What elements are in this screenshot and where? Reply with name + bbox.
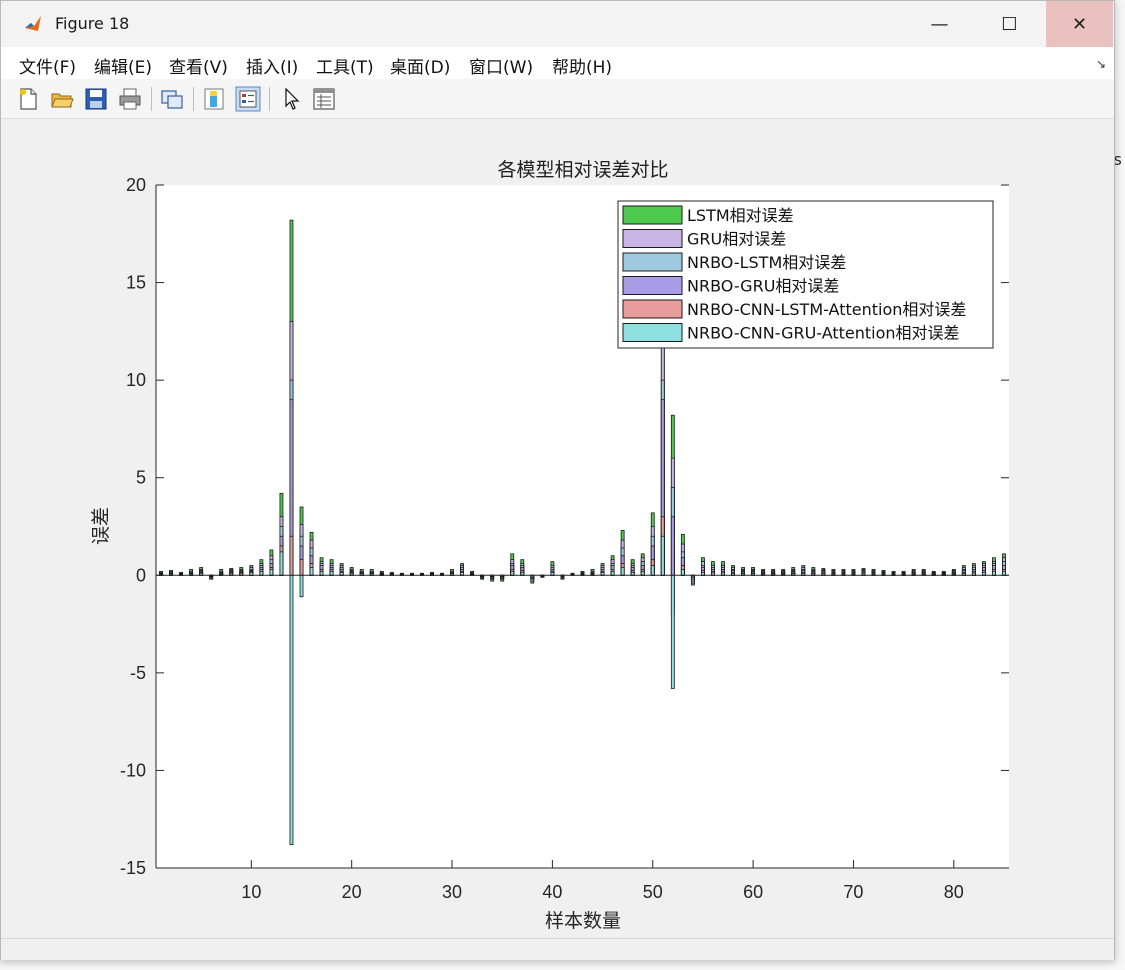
bar-nrbo_cnn_gru_att-85: [1002, 570, 1006, 576]
y-tick-label: 15: [126, 273, 146, 293]
bar-nrbo_cnn_lstm_att-15: [299, 559, 304, 576]
bar-nrbo_cnn_gru_att-16: [309, 567, 314, 576]
x-tick-label: 70: [843, 882, 863, 902]
legend-swatch-nrbo_cnn_lstm_att: [622, 299, 683, 319]
bar-nrbo_cnn_gru_att-46: [610, 570, 615, 576]
chart-title: 各模型相对误差对比: [497, 159, 668, 181]
bar-nrbo_cnn_gru_att-49: [640, 570, 645, 576]
legend-label-nrbo_cnn_gru_att: NRBO-CNN-GRU-Attention相对误差: [687, 324, 960, 343]
legend-label-nrbo_lstm: NRBO-LSTM相对误差: [687, 253, 846, 272]
y-tick-label: 0: [136, 565, 146, 585]
x-tick-label: 40: [542, 882, 562, 902]
x-tick-label: 60: [743, 882, 763, 902]
bar-nrbo_cnn_gru_att-15: [299, 574, 304, 598]
x-tick-label: 80: [944, 882, 964, 902]
bar-nrbo_cnn_gru_att-36: [510, 570, 515, 576]
y-tick-label: -5: [130, 663, 146, 683]
bar-nrbo_cnn_gru_att-51: [660, 535, 665, 576]
bar-nrbo_cnn_gru_att-50: [650, 565, 655, 576]
x-tick-label: 10: [241, 882, 261, 902]
figure-window: Figure 18 — ☐ ✕ 文件(F) 编辑(E) 查看(V) 插入(I) …: [0, 0, 1115, 960]
legend-label-nrbo_cnn_lstm_att: NRBO-CNN-LSTM-Attention相对误差: [687, 300, 966, 319]
legend-swatch-nrbo_cnn_gru_att: [622, 323, 683, 342]
y-axis-label: 误差: [90, 507, 112, 545]
legend-label-lstm: LSTM相对误差: [687, 206, 794, 225]
x-tick-label: 50: [643, 882, 663, 902]
x-tick-label: 30: [442, 882, 462, 902]
bar-nrbo_cnn_gru_att-11: [259, 570, 264, 576]
legend-swatch-nrbo_gru: [622, 276, 683, 295]
x-axis-label: 样本数量: [545, 910, 621, 932]
legend-swatch-lstm: [622, 205, 683, 225]
bar-nrbo_cnn_gru_att-18: [329, 570, 334, 576]
legend-label-gru: GRU相对误差: [687, 230, 786, 249]
bar-nrbo_cnn_gru_att-12: [269, 569, 274, 576]
legend[interactable]: LSTM相对误差 GRU相对误差 NRBO-LSTM相对误差 NRBO-GRU相对误差…: [617, 200, 994, 349]
y-tick-label: -15: [120, 858, 146, 878]
legend-swatch-gru: [622, 229, 683, 248]
bar-nrbo_cnn_gru_att-14: [289, 574, 294, 845]
bar-nrbo_cnn_gru_att-47: [620, 567, 625, 576]
y-tick-label: 5: [136, 468, 146, 488]
chart-svg[interactable]: -15 -10 -5 0 5 10 15 20 10 20 30 40 50 60 70 80 各模型相对误…: [1, 1, 1114, 959]
bar-nrbo_cnn_gru_att-52: [670, 574, 675, 689]
bar-nrbo_gru-52: [670, 516, 675, 576]
y-tick-label: -10: [120, 760, 146, 780]
bar-nrbo_cnn_lstm_att-14: [289, 535, 294, 576]
bar-nrbo_cnn_gru_att-53: [680, 569, 685, 576]
bar-nrbo_cnn_gru_att-84: [992, 570, 996, 576]
bar-nrbo_cnn_gru_att-17: [319, 570, 324, 576]
y-tick-label: 20: [126, 175, 146, 195]
legend-swatch-nrbo_lstm: [622, 252, 683, 272]
bar-nrbo_cnn_gru_att-13: [279, 551, 284, 576]
x-tick-label: 20: [342, 882, 362, 902]
legend-label-nrbo_gru: NRBO-GRU相对误差: [687, 277, 839, 296]
y-tick-label: 10: [126, 370, 146, 390]
